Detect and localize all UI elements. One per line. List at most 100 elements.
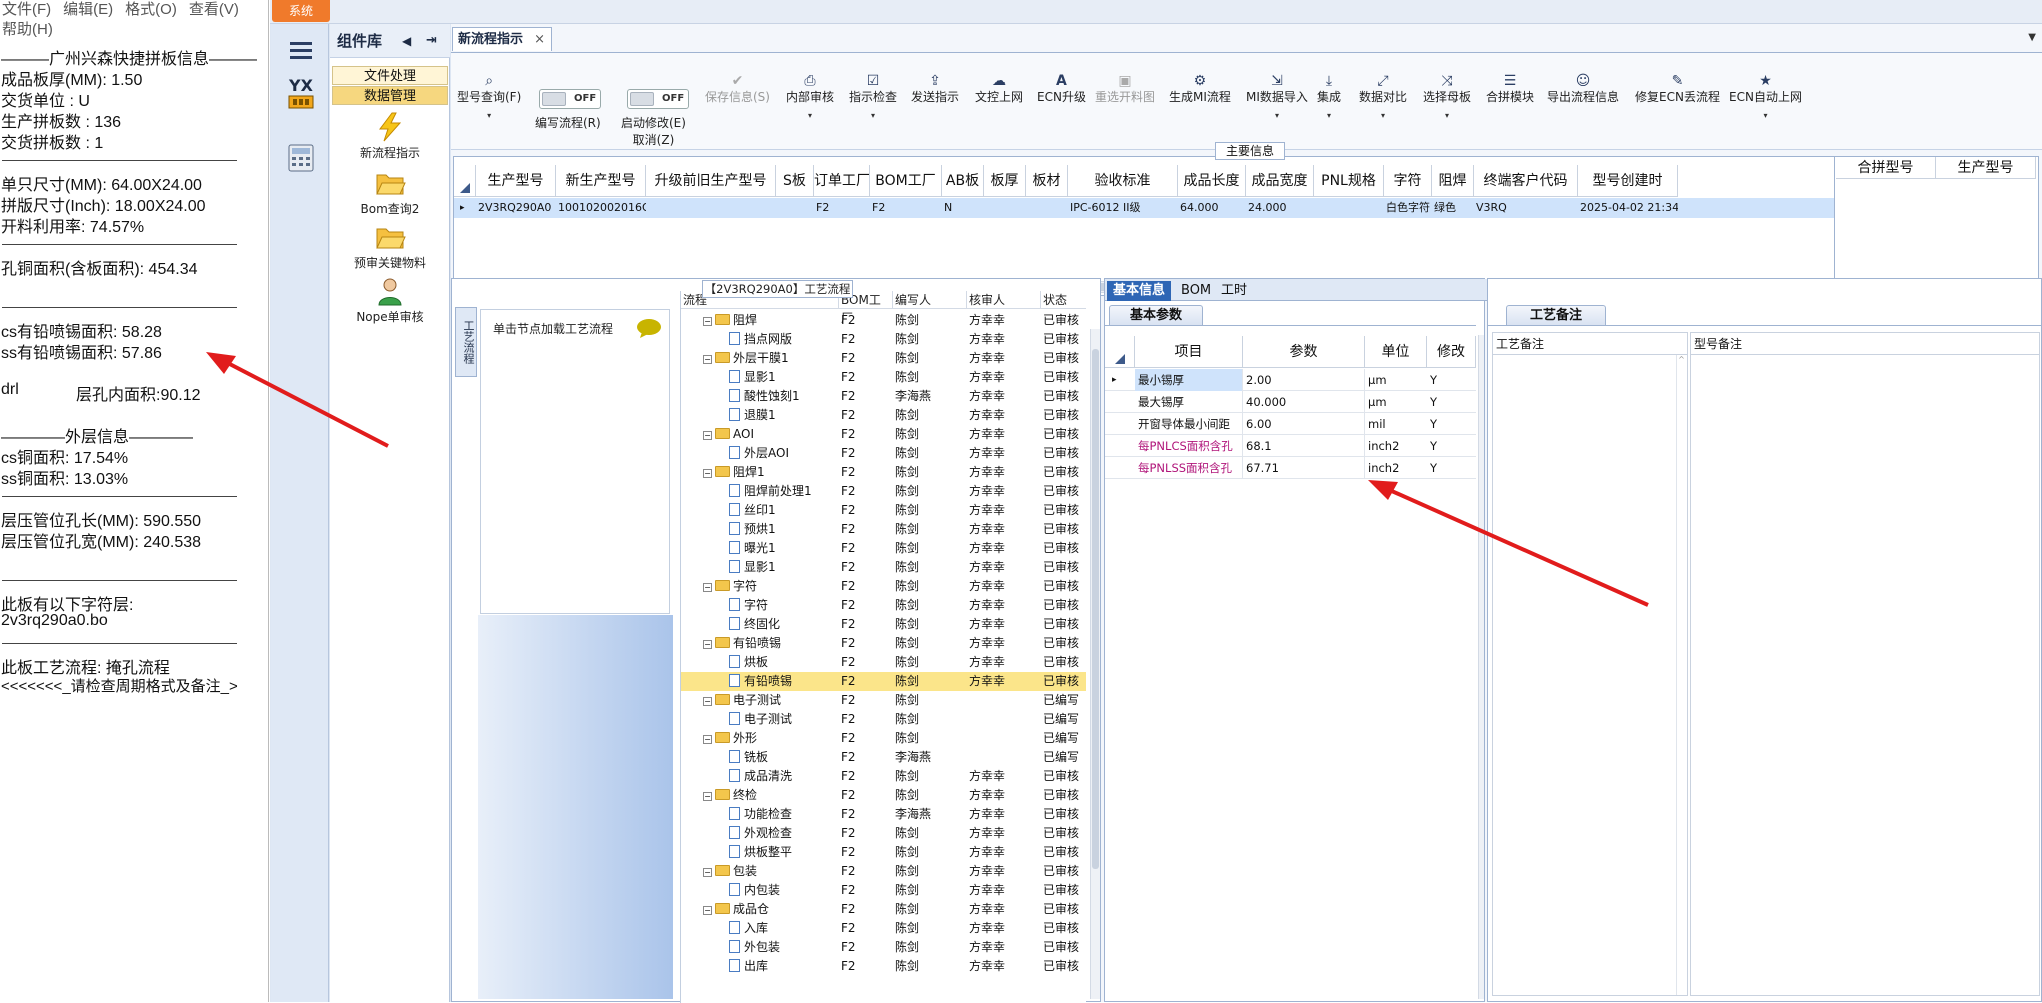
param-mod-cell[interactable]: Y: [1427, 457, 1476, 479]
tree-row[interactable]: 退膜1 F2 陈剑 方幸幸 已审核: [681, 406, 1086, 425]
tree-node[interactable]: − 外层干膜1: [703, 349, 789, 368]
tree-node[interactable]: 预烘1: [729, 520, 776, 539]
tree-node[interactable]: − 包装: [703, 862, 757, 881]
tree-node[interactable]: 出库: [729, 957, 768, 976]
table-cell[interactable]: [1026, 198, 1068, 218]
col-header-reviewer[interactable]: 核审人: [967, 291, 1041, 309]
model-memo-box[interactable]: 型号备注: [1690, 332, 2040, 996]
toggle-start-modify[interactable]: OFF: [627, 89, 689, 109]
tree-node[interactable]: − 成品仓: [703, 900, 769, 919]
col-header[interactable]: 升级前旧生产型号: [646, 165, 776, 197]
tree-row[interactable]: − AOI F2 陈剑 方幸幸 已审核: [681, 425, 1086, 444]
btn-select-master-board[interactable]: ⤨ 选择母板 ▾: [1423, 73, 1471, 123]
tab-new-process[interactable]: 新流程指示 ×: [452, 27, 552, 51]
hamburger-menu-icon[interactable]: [281, 30, 321, 70]
collapse-icon[interactable]: −: [703, 431, 712, 440]
tree-node[interactable]: 显影1: [729, 368, 776, 387]
param-row[interactable]: 每PNLSS面积含孔 67.71 inch2 Y: [1105, 457, 1476, 479]
tree-row[interactable]: 字符 F2 陈剑 方幸幸 已审核: [681, 596, 1086, 615]
tree-row[interactable]: − 成品仓 F2 陈剑 方幸幸 已审核: [681, 900, 1086, 919]
param-value-cell[interactable]: 6.00: [1243, 413, 1365, 435]
col-header[interactable]: 订单工厂: [814, 165, 870, 197]
tab-bom[interactable]: BOM: [1175, 281, 1217, 301]
table-cell[interactable]: 绿色: [1432, 198, 1474, 218]
tree-row[interactable]: 烘板整平 F2 陈剑 方幸幸 已审核: [681, 843, 1086, 862]
tree-node[interactable]: 入库: [729, 919, 768, 938]
calculator-icon[interactable]: [281, 138, 321, 178]
subtab-process-memo[interactable]: 工艺备注: [1506, 305, 1606, 325]
scrollbar-thumb[interactable]: [1092, 349, 1099, 869]
param-unit-cell[interactable]: mil: [1365, 413, 1427, 435]
col-header[interactable]: 字符: [1384, 165, 1432, 197]
tree-row[interactable]: 出库 F2 陈剑 方幸幸 已审核: [681, 957, 1086, 976]
param-unit-cell[interactable]: μm: [1365, 369, 1427, 391]
table-cell[interactable]: IPC-6012 II级: [1068, 198, 1178, 218]
col-header[interactable]: 型号创建时: [1578, 165, 1678, 197]
menu-view[interactable]: 查看(V): [189, 1, 239, 18]
tree-row[interactable]: 成品清洗 F2 陈剑 方幸幸 已审核: [681, 767, 1086, 786]
lib-item-nope-review[interactable]: Nope单审核: [330, 276, 450, 325]
tree-node[interactable]: 字符: [729, 596, 768, 615]
col-header-status[interactable]: 状态: [1041, 291, 1086, 309]
col-header[interactable]: 板材: [1026, 165, 1068, 197]
col-header-item[interactable]: 项目: [1135, 336, 1243, 368]
menu-edit[interactable]: 编辑(E): [63, 1, 113, 18]
btn-ecn-auto-online[interactable]: ★ ECN自动上网 ▾: [1729, 73, 1802, 123]
process-memo-box[interactable]: 工艺备注 ^: [1492, 332, 1688, 996]
col-header-unit[interactable]: 单位: [1365, 336, 1427, 368]
tree-node[interactable]: − 终检: [703, 786, 757, 805]
tree-node[interactable]: 酸性蚀刻1: [729, 387, 800, 406]
param-mod-cell[interactable]: Y: [1427, 391, 1476, 413]
btn-export-process-info[interactable]: ☺ 导出流程信息: [1547, 73, 1619, 106]
param-item-cell[interactable]: 每PNLCS面积含孔: [1135, 435, 1243, 457]
section-file-processing[interactable]: 文件处理: [332, 66, 448, 85]
table-cell[interactable]: 白色字符: [1384, 198, 1432, 218]
col-header[interactable]: AB板: [942, 165, 984, 197]
collapse-icon[interactable]: −: [703, 906, 712, 915]
tree-row[interactable]: 显影1 F2 陈剑 方幸幸 已审核: [681, 558, 1086, 577]
col-header-merge-model[interactable]: 合拼型号: [1836, 157, 1936, 179]
collapse-icon[interactable]: −: [703, 583, 712, 592]
tree-row[interactable]: − 阻焊1 F2 陈剑 方幸幸 已审核: [681, 463, 1086, 482]
tree-row[interactable]: − 有铅喷锡 F2 陈剑 方幸幸 已审核: [681, 634, 1086, 653]
tree-node[interactable]: 内包装: [729, 881, 780, 900]
param-row[interactable]: 每PNLCS面积含孔 68.1 inch2 Y: [1105, 435, 1476, 457]
tree-row[interactable]: 阻焊前处理1 F2 陈剑 方幸幸 已审核: [681, 482, 1086, 501]
tree-row[interactable]: 挡点网版 F2 陈剑 方幸幸 已审核: [681, 330, 1086, 349]
table-cell[interactable]: [984, 198, 1026, 218]
tree-node[interactable]: − 电子测试: [703, 691, 781, 710]
tree-node[interactable]: 功能检查: [729, 805, 792, 824]
table-cell[interactable]: 64.000: [1178, 198, 1246, 218]
menu-file[interactable]: 文件(F): [2, 1, 51, 18]
table-cell[interactable]: [646, 198, 776, 218]
table-cell[interactable]: 2V3RQ290A0: [476, 198, 556, 218]
tree-row[interactable]: − 包装 F2 陈剑 方幸幸 已审核: [681, 862, 1086, 881]
btn-mi-data-import[interactable]: ⇲ MI数据导入 ▾: [1246, 73, 1308, 123]
tree-node[interactable]: 挡点网版: [729, 330, 792, 349]
lib-item-bom-query[interactable]: Bom查询2: [330, 168, 450, 217]
tree-row[interactable]: − 外层干膜1 F2 陈剑 方幸幸 已审核: [681, 349, 1086, 368]
btn-data-compare[interactable]: ⤢ 数据对比 ▾: [1359, 73, 1407, 123]
tree-row[interactable]: 丝印1 F2 陈剑 方幸幸 已审核: [681, 501, 1086, 520]
btn-merge-module[interactable]: ☰ 合拼模块: [1486, 73, 1534, 106]
section-data-management[interactable]: 数据管理: [332, 86, 448, 105]
tree-node[interactable]: 曝光1: [729, 539, 776, 558]
tree-node[interactable]: − 有铅喷锡: [703, 634, 781, 653]
tree-node[interactable]: 终固化: [729, 615, 780, 634]
col-header-writer[interactable]: 编写人: [893, 291, 967, 309]
toggle-write-process[interactable]: OFF: [539, 89, 601, 109]
param-unit-cell[interactable]: μm: [1365, 391, 1427, 413]
scrollbar[interactable]: ^: [1676, 355, 1686, 995]
tree-row[interactable]: 曝光1 F2 陈剑 方幸幸 已审核: [681, 539, 1086, 558]
tree-row[interactable]: 酸性蚀刻1 F2 李海燕 方幸幸 已审核: [681, 387, 1086, 406]
tab-basic-info[interactable]: 基本信息: [1107, 281, 1172, 301]
tree-row[interactable]: 铣板 F2 李海燕 已编写: [681, 748, 1086, 767]
col-header[interactable]: 新生产型号: [556, 165, 646, 197]
tab-process-vertical[interactable]: 工艺流程: [455, 307, 477, 377]
tree-row[interactable]: 外层AOI F2 陈剑 方幸幸 已审核: [681, 444, 1086, 463]
col-header[interactable]: 验收标准: [1068, 165, 1178, 197]
btn-save-info[interactable]: ✔ 保存信息(S): [705, 73, 770, 106]
tree-row[interactable]: 外观检查 F2 陈剑 方幸幸 已审核: [681, 824, 1086, 843]
panel-splitter[interactable]: [1478, 335, 1484, 999]
col-header-prod-model[interactable]: 生产型号: [1936, 157, 2036, 179]
